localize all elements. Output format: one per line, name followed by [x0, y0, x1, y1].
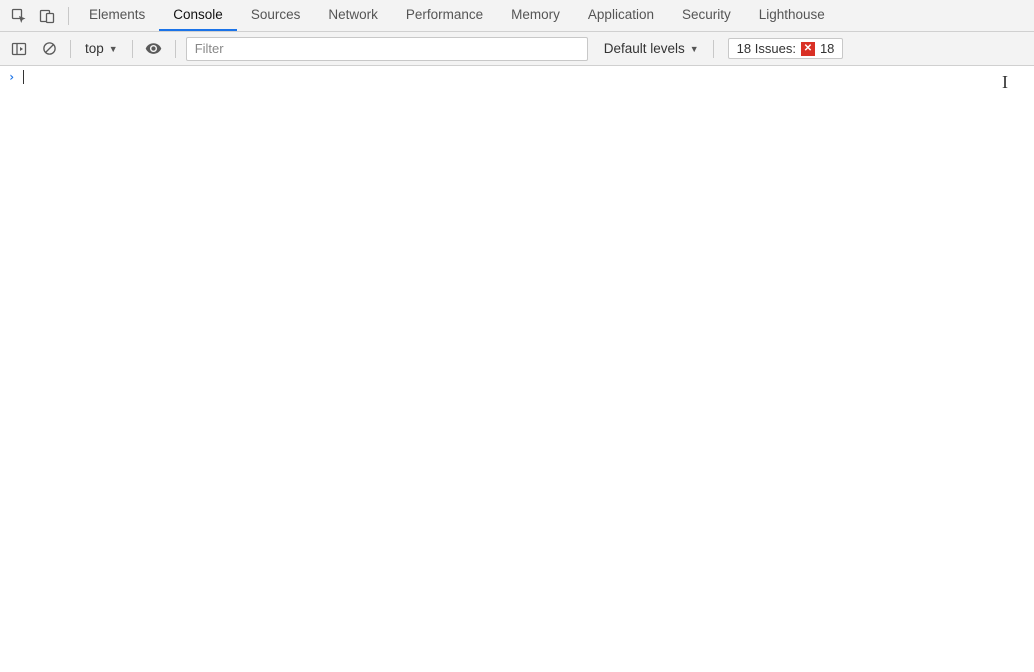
tab-application[interactable]: Application — [574, 0, 668, 31]
tab-label: Sources — [251, 7, 301, 22]
issues-badge[interactable]: 18 Issues: ✕ 18 — [728, 38, 844, 59]
console-prompt[interactable]: › — [0, 66, 1034, 88]
execution-context-selector[interactable]: top ▼ — [81, 39, 122, 58]
separator — [175, 40, 176, 58]
tab-label: Security — [682, 7, 731, 22]
filter-input[interactable] — [186, 37, 588, 61]
clear-console-icon[interactable] — [38, 38, 60, 60]
chevron-down-icon: ▼ — [690, 44, 699, 54]
separator — [132, 40, 133, 58]
tab-sources[interactable]: Sources — [237, 0, 315, 31]
tab-label: Memory — [511, 7, 560, 22]
separator — [70, 40, 71, 58]
tab-memory[interactable]: Memory — [497, 0, 574, 31]
live-expression-icon[interactable] — [143, 38, 165, 60]
issues-prefix: 18 Issues: — [737, 41, 796, 56]
tab-label: Network — [328, 7, 378, 22]
inspect-element-icon[interactable] — [10, 7, 28, 25]
tab-performance[interactable]: Performance — [392, 0, 497, 31]
tab-label: Performance — [406, 7, 483, 22]
tab-elements[interactable]: Elements — [75, 0, 159, 31]
console-body[interactable]: › I — [0, 66, 1034, 672]
console-toolbar: top ▼ Default levels ▼ 18 Issues: ✕ 18 — [0, 32, 1034, 66]
context-label: top — [85, 41, 104, 56]
tab-label: Application — [588, 7, 654, 22]
tab-label: Console — [173, 7, 223, 22]
prompt-chevron-icon: › — [8, 70, 15, 84]
issues-count: 18 — [820, 41, 834, 56]
tabbar-left-icons — [4, 7, 62, 25]
tab-console[interactable]: Console — [159, 0, 237, 31]
tab-network[interactable]: Network — [314, 0, 392, 31]
separator — [68, 7, 69, 25]
chevron-down-icon: ▼ — [109, 44, 118, 54]
tabs-container: Elements Console Sources Network Perform… — [75, 0, 839, 31]
log-levels-selector[interactable]: Default levels ▼ — [600, 39, 703, 58]
separator — [713, 40, 714, 58]
tab-security[interactable]: Security — [668, 0, 745, 31]
tab-label: Elements — [89, 7, 145, 22]
devtools-tabbar: Elements Console Sources Network Perform… — [0, 0, 1034, 32]
text-caret — [23, 70, 24, 84]
error-icon: ✕ — [801, 42, 815, 56]
device-toolbar-icon[interactable] — [38, 7, 56, 25]
toggle-sidebar-icon[interactable] — [8, 38, 30, 60]
tab-label: Lighthouse — [759, 7, 825, 22]
tab-lighthouse[interactable]: Lighthouse — [745, 0, 839, 31]
levels-label: Default levels — [604, 41, 685, 56]
